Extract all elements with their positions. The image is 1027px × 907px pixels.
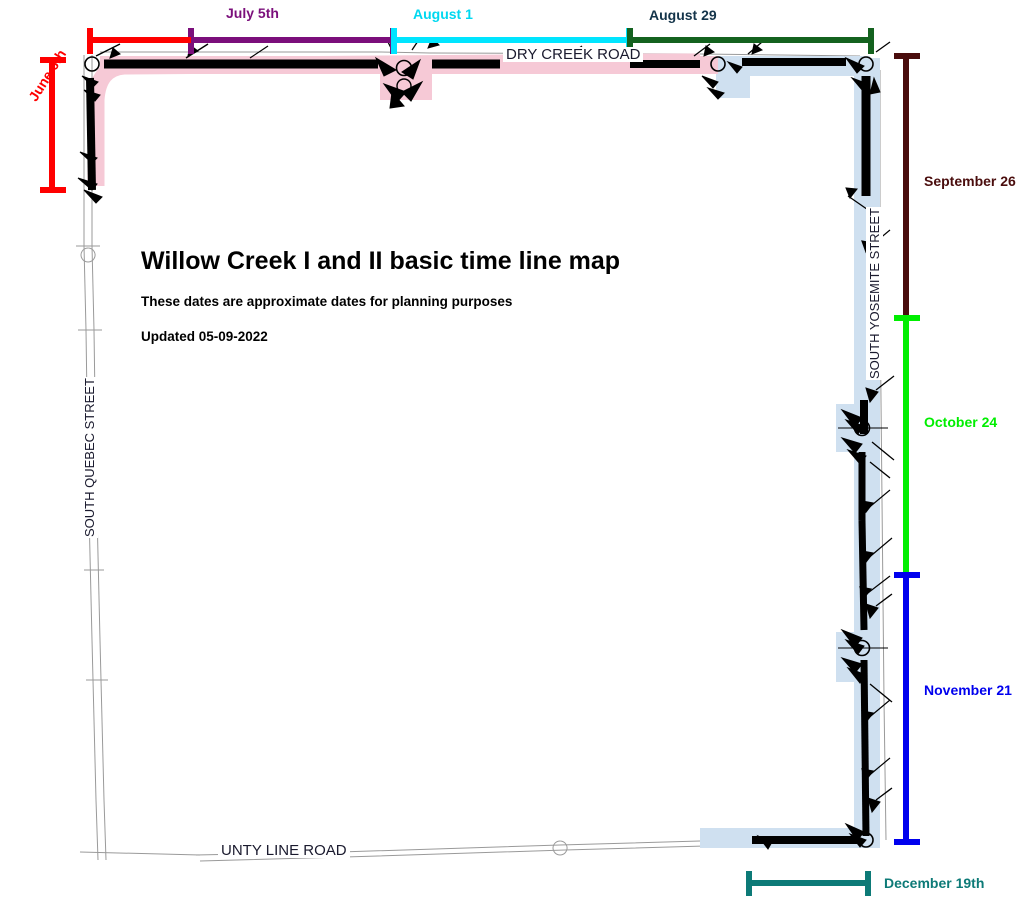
- title-block: Willow Creek I and II basic time line ma…: [141, 247, 621, 344]
- phase-bar-june-6th-head: [87, 28, 191, 54]
- map-graphics: [40, 28, 920, 896]
- base-street-network: [76, 51, 887, 862]
- annotation-leaders: [249, 45, 893, 782]
- road-label-south-yosemite-street: SOUTH YOSEMITE STREET: [866, 207, 883, 380]
- road-centerline-black: [86, 58, 871, 844]
- phase-label-july-5th: July 5th: [226, 5, 279, 21]
- phase-label-october-24: October 24: [924, 414, 998, 430]
- timeline-map: June 6th July 5th August 1 August 29 Sep…: [0, 0, 1027, 907]
- phase-bar-july-5th: [188, 28, 396, 54]
- map-updated-date: Updated 05-09-2022: [141, 328, 268, 344]
- phase-bar-september-26: [894, 53, 920, 321]
- road-label-county-line-road: UNTY LINE ROAD: [218, 843, 350, 858]
- phase-bar-november-21: [894, 572, 920, 845]
- road-label-south-quebec-street: SOUTH QUEBEC STREET: [81, 377, 98, 538]
- phase-bar-october-24: [894, 315, 920, 578]
- phase-label-september-26: September 26: [924, 173, 1016, 189]
- map-subtitle: These dates are approximate dates for pl…: [141, 293, 513, 309]
- phase-label-august-1: August 1: [413, 6, 473, 22]
- phase-label-august-29: August 29: [649, 7, 717, 23]
- phase-label-november-21: November 21: [924, 682, 1012, 698]
- phase-bar-august-29: [627, 28, 874, 54]
- phase-label-december-19th: December 19th: [884, 875, 985, 891]
- page-title: Willow Creek I and II basic time line ma…: [141, 247, 621, 275]
- phase-bar-december-19th: [746, 871, 871, 896]
- road-label-dry-creek-road: DRY CREEK ROAD: [503, 47, 644, 62]
